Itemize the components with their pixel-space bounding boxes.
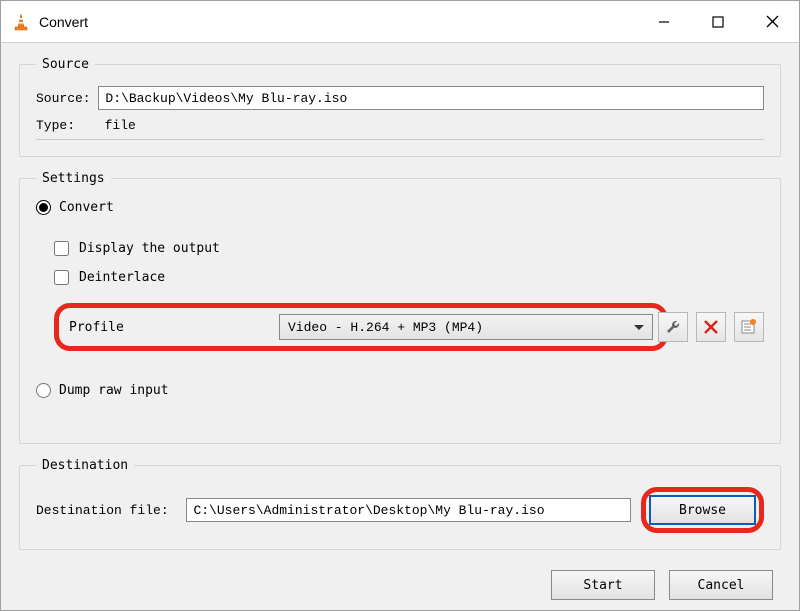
cancel-button[interactable]: Cancel [669, 570, 773, 600]
browse-label: Browse [679, 503, 726, 518]
type-value: file [105, 118, 136, 133]
convert-radio-input[interactable] [36, 200, 51, 215]
new-profile-button[interactable] [734, 312, 764, 342]
source-label: Source: [36, 91, 98, 106]
display-output-input[interactable] [54, 241, 69, 256]
destination-legend: Destination [36, 458, 134, 473]
profile-combobox[interactable]: Video - H.264 + MP3 (MP4) [279, 314, 653, 340]
destination-group: Destination Destination file: Browse [19, 458, 781, 550]
dump-raw-label: Dump raw input [59, 383, 169, 398]
dialog-button-row: Start Cancel [19, 564, 781, 600]
source-input[interactable] [98, 86, 764, 110]
edit-profile-button[interactable] [658, 312, 688, 342]
delete-profile-button[interactable] [696, 312, 726, 342]
wrench-icon [665, 319, 681, 335]
content-area: Source Source: Type: file Settings Conve… [1, 43, 799, 610]
minimize-button[interactable] [637, 1, 691, 42]
divider [36, 139, 764, 140]
convert-radio[interactable]: Convert [36, 200, 114, 215]
vlc-cone-icon [11, 12, 31, 32]
convert-radio-label: Convert [59, 200, 114, 215]
deinterlace-checkbox[interactable]: Deinterlace [54, 270, 165, 285]
close-button[interactable] [745, 1, 799, 42]
deinterlace-input[interactable] [54, 270, 69, 285]
browse-highlight: Browse [641, 487, 764, 533]
destination-file-input[interactable] [186, 498, 631, 522]
dump-raw-radio[interactable]: Dump raw input [36, 383, 169, 398]
display-output-label: Display the output [79, 241, 220, 256]
profile-label: Profile [69, 320, 279, 335]
convert-window: Convert Source Source: Type: file [0, 0, 800, 611]
display-output-checkbox[interactable]: Display the output [54, 241, 220, 256]
start-button[interactable]: Start [551, 570, 655, 600]
source-legend: Source [36, 57, 95, 72]
dump-raw-input[interactable] [36, 383, 51, 398]
chevron-down-icon [634, 320, 644, 335]
new-profile-icon [741, 319, 757, 335]
source-group: Source Source: Type: file [19, 57, 781, 157]
start-label: Start [583, 578, 622, 593]
window-controls [637, 1, 799, 42]
profile-value: Video - H.264 + MP3 (MP4) [288, 320, 483, 335]
browse-button[interactable]: Browse [649, 495, 756, 525]
profile-row: Profile Video - H.264 + MP3 (MP4) [54, 303, 764, 351]
maximize-button[interactable] [691, 1, 745, 42]
type-label: Type: [36, 118, 91, 133]
settings-group: Settings Convert Display the output Dein… [19, 171, 781, 444]
deinterlace-label: Deinterlace [79, 270, 165, 285]
delete-icon [704, 320, 718, 334]
profile-highlight: Profile Video - H.264 + MP3 (MP4) [54, 303, 668, 351]
destination-file-label: Destination file: [36, 503, 176, 518]
cancel-label: Cancel [698, 578, 745, 593]
settings-legend: Settings [36, 171, 111, 186]
titlebar: Convert [1, 1, 799, 43]
window-title: Convert [39, 14, 637, 30]
